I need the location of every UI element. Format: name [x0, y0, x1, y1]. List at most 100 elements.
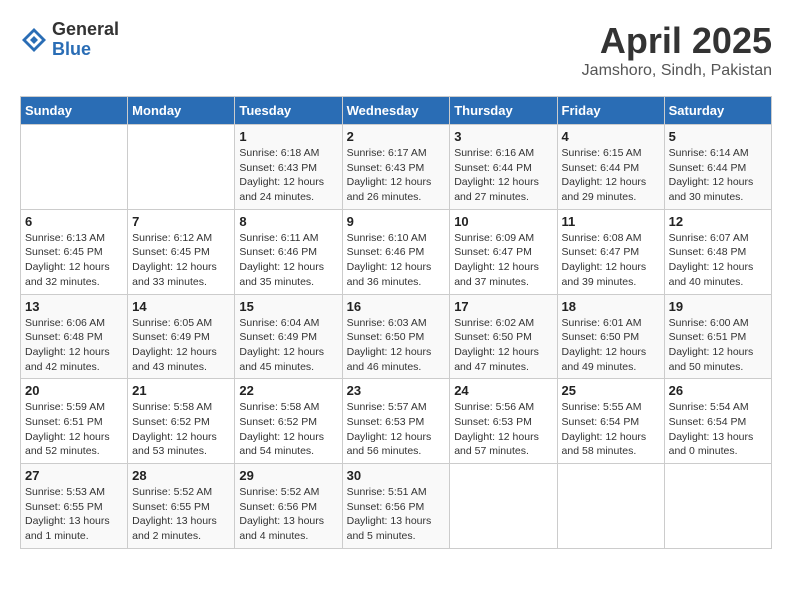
day-detail: Sunrise: 5:55 AM Sunset: 6:54 PM Dayligh… [562, 400, 660, 459]
logo-icon [20, 26, 48, 54]
day-cell: 29Sunrise: 5:52 AM Sunset: 6:56 PM Dayli… [235, 464, 342, 549]
day-detail: Sunrise: 5:58 AM Sunset: 6:52 PM Dayligh… [132, 400, 230, 459]
day-number: 24 [454, 383, 552, 398]
day-cell: 28 Sunrise: 5:52 AM Sunset: 6:55 PM Dayli… [128, 464, 235, 549]
day-detail: Sunrise: 6:12 AM Sunset: 6:45 PM Dayligh… [132, 231, 230, 290]
day-detail: Sunrise: 5:51 AM Sunset: 6:56 PM Dayligh… [347, 485, 446, 544]
day-detail: Sunrise: 5:56 AM Sunset: 6:53 PM Dayligh… [454, 400, 552, 459]
week-row-3: 13 Sunrise: 6:06 AM Sunset: 6:48 PM Dayli… [21, 294, 772, 379]
logo-blue: Blue [52, 40, 119, 60]
day-number: 25 [562, 383, 660, 398]
header-cell-sunday: Sunday [21, 97, 128, 125]
day-detail: Sunrise: 5:53 AM Sunset: 6:55 PM Dayligh… [25, 485, 123, 544]
day-cell [450, 464, 557, 549]
main-title: April 2025 [582, 20, 772, 62]
day-number: 12 [669, 214, 767, 229]
day-detail: Sunrise: 5:58 AM Sunset: 6:52 PM Dayligh… [239, 400, 337, 459]
day-cell: 11Sunrise: 6:08 AM Sunset: 6:47 PM Dayli… [557, 209, 664, 294]
day-number: 14 [132, 299, 230, 314]
day-detail: Sunrise: 6:00 AM Sunset: 6:51 PM Dayligh… [669, 316, 767, 375]
day-cell: 14 Sunrise: 6:05 AM Sunset: 6:49 PM Dayli… [128, 294, 235, 379]
day-detail: Sunrise: 6:07 AM Sunset: 6:48 PM Dayligh… [669, 231, 767, 290]
day-cell [664, 464, 771, 549]
day-detail: Sunrise: 6:18 AM Sunset: 6:43 PM Dayligh… [239, 146, 337, 205]
day-number: 1 [239, 129, 337, 144]
day-detail: Sunrise: 5:52 AM Sunset: 6:55 PM Dayligh… [132, 485, 230, 544]
day-cell: 13 Sunrise: 6:06 AM Sunset: 6:48 PM Dayli… [21, 294, 128, 379]
week-row-2: 6 Sunrise: 6:13 AM Sunset: 6:45 PM Daylig… [21, 209, 772, 294]
day-detail: Sunrise: 6:06 AM Sunset: 6:48 PM Dayligh… [25, 316, 123, 375]
day-number: 8 [239, 214, 337, 229]
week-row-5: 27 Sunrise: 5:53 AM Sunset: 6:55 PM Dayli… [21, 464, 772, 549]
day-number: 30 [347, 468, 446, 483]
day-detail: Sunrise: 6:05 AM Sunset: 6:49 PM Dayligh… [132, 316, 230, 375]
day-detail: Sunrise: 6:16 AM Sunset: 6:44 PM Dayligh… [454, 146, 552, 205]
day-number: 19 [669, 299, 767, 314]
day-number: 17 [454, 299, 552, 314]
day-detail: Sunrise: 6:09 AM Sunset: 6:47 PM Dayligh… [454, 231, 552, 290]
day-cell: 15 Sunrise: 6:04 AM Sunset: 6:49 PM Dayli… [235, 294, 342, 379]
day-number: 5 [669, 129, 767, 144]
calendar-table: SundayMondayTuesdayWednesdayThursdayFrid… [20, 96, 772, 549]
day-detail: Sunrise: 6:13 AM Sunset: 6:45 PM Dayligh… [25, 231, 123, 290]
day-cell: 12 Sunrise: 6:07 AM Sunset: 6:48 PM Dayli… [664, 209, 771, 294]
day-detail: Sunrise: 5:52 AM Sunset: 6:56 PM Dayligh… [239, 485, 337, 544]
day-detail: Sunrise: 5:54 AM Sunset: 6:54 PM Dayligh… [669, 400, 767, 459]
day-cell: 20 Sunrise: 5:59 AM Sunset: 6:51 PM Dayli… [21, 379, 128, 464]
week-row-1: 1 Sunrise: 6:18 AM Sunset: 6:43 PM Daylig… [21, 125, 772, 210]
day-cell: 24 Sunrise: 5:56 AM Sunset: 6:53 PM Dayli… [450, 379, 557, 464]
day-number: 4 [562, 129, 660, 144]
day-cell: 16 Sunrise: 6:03 AM Sunset: 6:50 PM Dayli… [342, 294, 450, 379]
day-number: 28 [132, 468, 230, 483]
page-header: General Blue April 2025 Jamshoro, Sindh,… [20, 20, 772, 80]
day-cell: 2 Sunrise: 6:17 AM Sunset: 6:43 PM Daylig… [342, 125, 450, 210]
day-cell: 23Sunrise: 5:57 AM Sunset: 6:53 PM Dayli… [342, 379, 450, 464]
day-cell: 17Sunrise: 6:02 AM Sunset: 6:50 PM Dayli… [450, 294, 557, 379]
day-detail: Sunrise: 5:59 AM Sunset: 6:51 PM Dayligh… [25, 400, 123, 459]
day-cell: 27 Sunrise: 5:53 AM Sunset: 6:55 PM Dayli… [21, 464, 128, 549]
day-number: 3 [454, 129, 552, 144]
day-cell [128, 125, 235, 210]
day-number: 22 [239, 383, 337, 398]
day-number: 13 [25, 299, 123, 314]
day-cell: 5 Sunrise: 6:14 AM Sunset: 6:44 PM Daylig… [664, 125, 771, 210]
day-detail: Sunrise: 6:11 AM Sunset: 6:46 PM Dayligh… [239, 231, 337, 290]
day-number: 26 [669, 383, 767, 398]
day-detail: Sunrise: 6:04 AM Sunset: 6:49 PM Dayligh… [239, 316, 337, 375]
day-number: 27 [25, 468, 123, 483]
calendar-header: SundayMondayTuesdayWednesdayThursdayFrid… [21, 97, 772, 125]
day-cell: 22 Sunrise: 5:58 AM Sunset: 6:52 PM Dayli… [235, 379, 342, 464]
day-number: 7 [132, 214, 230, 229]
day-number: 2 [347, 129, 446, 144]
day-number: 18 [562, 299, 660, 314]
day-detail: Sunrise: 6:03 AM Sunset: 6:50 PM Dayligh… [347, 316, 446, 375]
day-detail: Sunrise: 6:15 AM Sunset: 6:44 PM Dayligh… [562, 146, 660, 205]
day-detail: Sunrise: 6:14 AM Sunset: 6:44 PM Dayligh… [669, 146, 767, 205]
logo-text: General Blue [52, 20, 119, 60]
header-cell-monday: Monday [128, 97, 235, 125]
day-cell: 7 Sunrise: 6:12 AM Sunset: 6:45 PM Daylig… [128, 209, 235, 294]
day-number: 6 [25, 214, 123, 229]
day-cell: 19 Sunrise: 6:00 AM Sunset: 6:51 PM Dayli… [664, 294, 771, 379]
day-number: 16 [347, 299, 446, 314]
day-detail: Sunrise: 6:17 AM Sunset: 6:43 PM Dayligh… [347, 146, 446, 205]
subtitle: Jamshoro, Sindh, Pakistan [582, 62, 772, 80]
day-number: 9 [347, 214, 446, 229]
calendar-body: 1 Sunrise: 6:18 AM Sunset: 6:43 PM Daylig… [21, 125, 772, 549]
day-cell [21, 125, 128, 210]
day-cell: 8 Sunrise: 6:11 AM Sunset: 6:46 PM Daylig… [235, 209, 342, 294]
week-row-4: 20 Sunrise: 5:59 AM Sunset: 6:51 PM Dayli… [21, 379, 772, 464]
day-number: 11 [562, 214, 660, 229]
header-cell-thursday: Thursday [450, 97, 557, 125]
day-number: 20 [25, 383, 123, 398]
day-cell: 26 Sunrise: 5:54 AM Sunset: 6:54 PM Dayli… [664, 379, 771, 464]
day-number: 23 [347, 383, 446, 398]
header-cell-wednesday: Wednesday [342, 97, 450, 125]
logo: General Blue [20, 20, 119, 60]
day-number: 21 [132, 383, 230, 398]
day-cell: 30 Sunrise: 5:51 AM Sunset: 6:56 PM Dayli… [342, 464, 450, 549]
day-cell [557, 464, 664, 549]
day-number: 10 [454, 214, 552, 229]
day-number: 15 [239, 299, 337, 314]
logo-general: General [52, 20, 119, 40]
